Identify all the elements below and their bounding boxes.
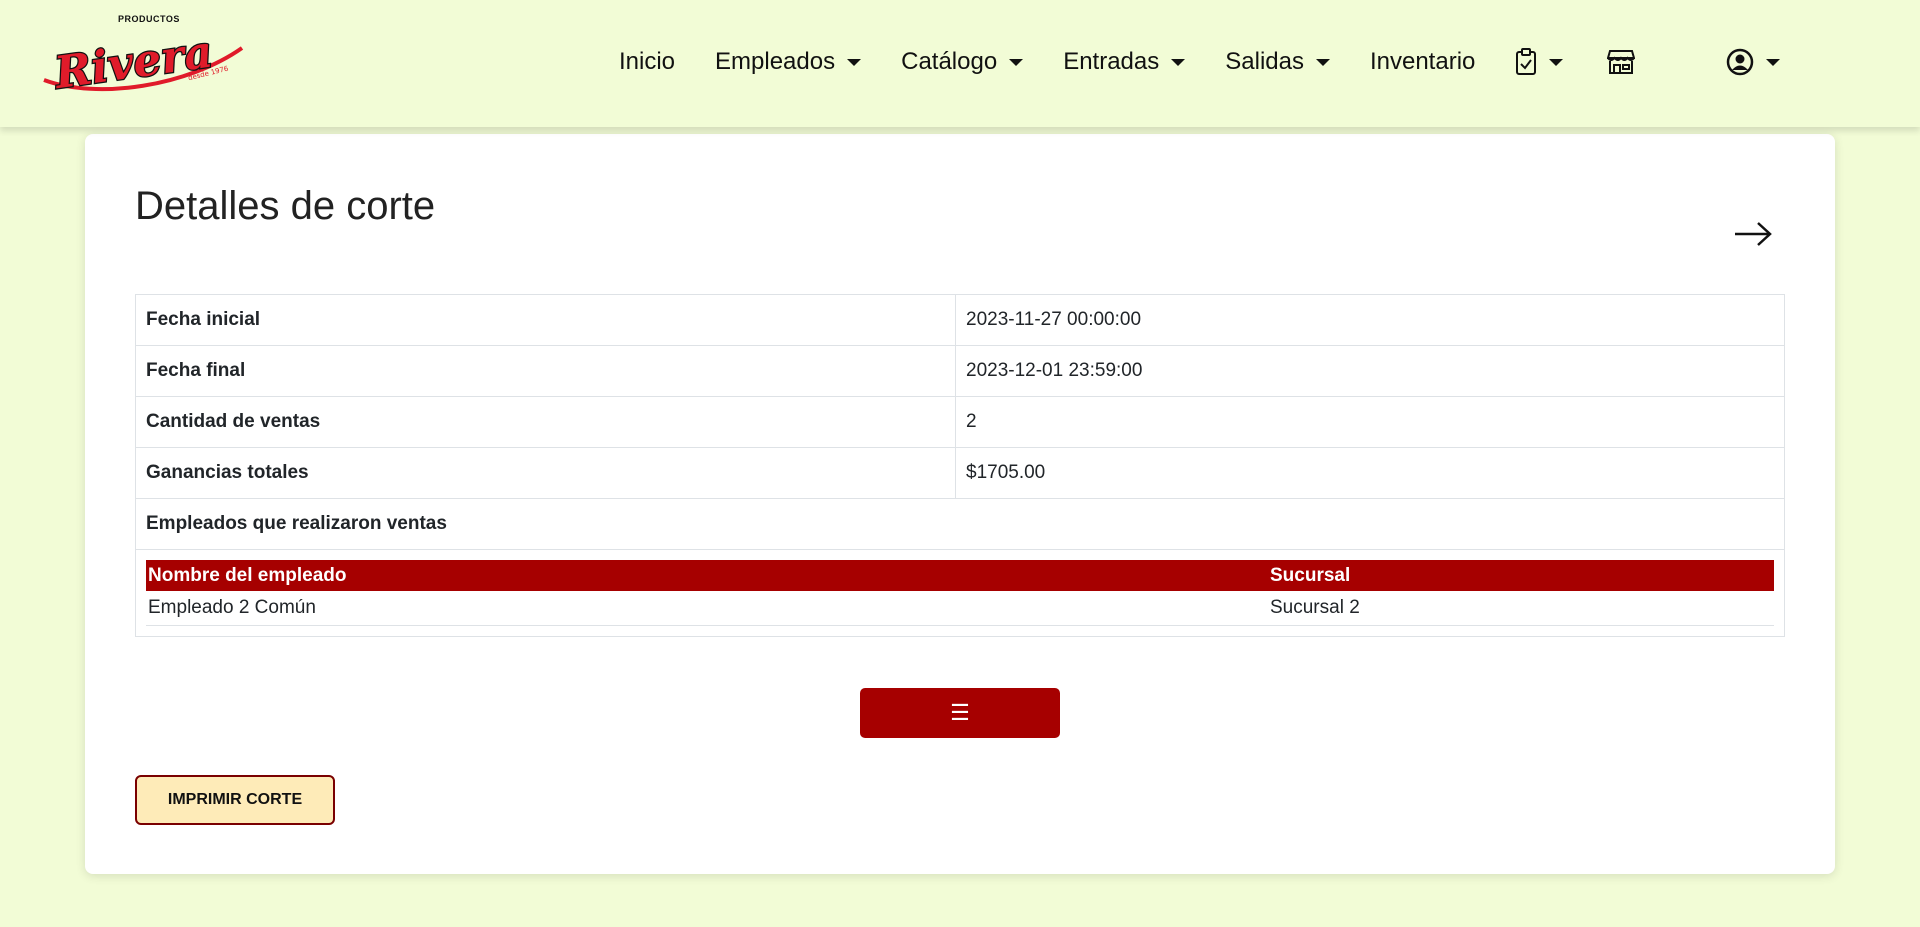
brand-top-text: PRODUCTOS: [118, 14, 180, 24]
menu-icon: ☰: [950, 700, 970, 725]
employees-label: Empleados que realizaron ventas: [135, 498, 1785, 550]
table-row: Fecha final 2023-12-01 23:59:00: [135, 345, 1785, 397]
clipboard-check-icon: [1516, 48, 1537, 75]
nav-item-empleados[interactable]: Empleados: [715, 48, 862, 76]
caret-down-icon: [1315, 58, 1330, 66]
detail-value: 2023-11-27 00:00:00: [955, 294, 1785, 346]
column-header-employee: Nombre del empleado: [146, 560, 1268, 591]
nav-item-catalogo[interactable]: Catálogo: [901, 48, 1024, 76]
table-row: Empleados que realizaron ventas: [135, 498, 1785, 550]
brand-logo[interactable]: PRODUCTOS Rivera desde 1976: [38, 14, 248, 101]
detail-label: Fecha final: [135, 345, 956, 397]
nav-item-salidas[interactable]: Salidas: [1225, 48, 1330, 76]
detail-label: Fecha inicial: [135, 294, 956, 346]
nav-item-entradas[interactable]: Entradas: [1063, 48, 1186, 76]
rivera-logo-icon: Rivera desde 1976: [43, 25, 244, 101]
employees-header-row: Nombre del empleado Sucursal: [146, 560, 1774, 591]
detail-value: 2: [955, 396, 1785, 448]
menu-button[interactable]: ☰: [860, 688, 1060, 738]
print-button[interactable]: IMPRIMIR CORTE: [135, 775, 335, 825]
table-row: Nombre del empleado Sucursal Empleado 2 …: [135, 549, 1785, 637]
details-table: Fecha inicial 2023-11-27 00:00:00 Fecha …: [135, 294, 1785, 637]
caret-down-icon: [847, 58, 862, 66]
nav-item-tasks[interactable]: [1515, 48, 1564, 76]
table-row: Ganancias totales $1705.00: [135, 447, 1785, 499]
caret-down-icon: [1766, 58, 1781, 66]
table-row: Fecha inicial 2023-11-27 00:00:00: [135, 294, 1785, 346]
table-row: Cantidad de ventas 2: [135, 396, 1785, 448]
caret-down-icon: [1009, 58, 1024, 66]
shop-icon: [1607, 50, 1636, 74]
detail-label: Ganancias totales: [135, 447, 956, 499]
detail-value: 2023-12-01 23:59:00: [955, 345, 1785, 397]
column-header-branch: Sucursal: [1268, 560, 1774, 591]
details-card: Detalles de corte Fecha inicial 2023-11-…: [85, 134, 1835, 874]
navbar: PRODUCTOS Rivera desde 1976 Inicio Emple…: [0, 0, 1920, 127]
main-nav: Inicio Empleados Catálogo Entradas Salid…: [619, 44, 1781, 80]
employees-table: Nombre del empleado Sucursal Empleado 2 …: [146, 560, 1774, 626]
nav-item-user[interactable]: [1726, 48, 1781, 76]
caret-down-icon: [1549, 58, 1564, 66]
employee-name: Empleado 2 Común: [146, 591, 1268, 626]
arrow-right-icon: [1735, 222, 1772, 246]
nav-item-inventario[interactable]: Inventario: [1370, 48, 1475, 76]
employee-branch: Sucursal 2: [1268, 591, 1774, 626]
page-title: Detalles de corte: [135, 184, 436, 228]
detail-label: Cantidad de ventas: [135, 396, 956, 448]
detail-value: $1705.00: [955, 447, 1785, 499]
nav-item-store[interactable]: [1607, 49, 1636, 75]
employee-row: Empleado 2 Común Sucursal 2: [146, 591, 1774, 626]
forward-button[interactable]: [1732, 218, 1774, 250]
nav-item-inicio[interactable]: Inicio: [619, 48, 675, 76]
employees-cell: Nombre del empleado Sucursal Empleado 2 …: [135, 549, 1785, 637]
user-circle-icon: [1727, 48, 1754, 76]
caret-down-icon: [1171, 58, 1186, 66]
brand-name: Rivera: [50, 27, 216, 94]
